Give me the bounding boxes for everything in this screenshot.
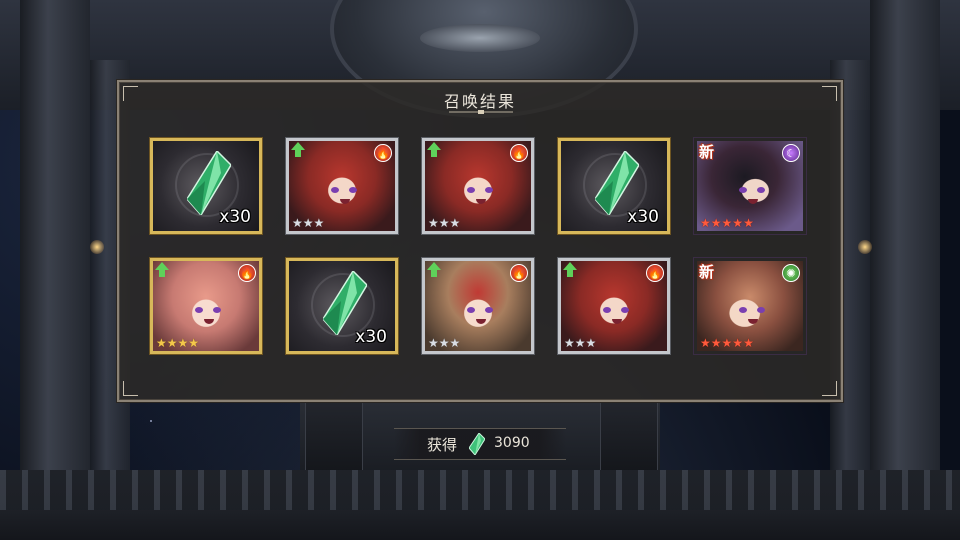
obtained-value: 3090	[494, 435, 530, 451]
mouth	[748, 319, 758, 324]
eye	[195, 307, 203, 313]
star-icon: ★	[574, 336, 586, 350]
star-icon: ★	[564, 336, 575, 350]
eye	[485, 307, 493, 313]
moon-icon: ☾	[782, 144, 800, 162]
eye	[349, 187, 357, 193]
character-result-card[interactable]: 新 ☾ ★ ★ ★ ★ ★	[694, 138, 806, 234]
rarity-stars: ★ ★ ★ ★ ★	[700, 217, 754, 229]
mouth	[612, 319, 622, 324]
upgrade-arrow-icon	[563, 262, 577, 277]
rarity-stars: ★ ★ ★	[428, 217, 460, 229]
star-icon: ★	[732, 336, 744, 350]
star-icon: ★	[700, 336, 711, 350]
mouth	[748, 199, 758, 204]
mouth	[340, 199, 350, 204]
mouth	[476, 199, 486, 204]
star-icon: ★	[710, 336, 722, 350]
star-icon: ★	[156, 336, 167, 350]
quantity-label: x30	[219, 207, 251, 227]
star-icon: ★	[721, 216, 733, 230]
eye	[739, 307, 747, 313]
crystal-result-card[interactable]: x30	[286, 258, 398, 354]
rarity-stars: ★ ★ ★	[564, 337, 596, 349]
green-crystal-icon	[187, 151, 231, 215]
star-icon: ★	[438, 336, 450, 350]
dialog-title: 召唤结果	[443, 92, 516, 111]
wind-swirl-icon: ✺	[782, 264, 800, 282]
star-icon: ★	[710, 216, 722, 230]
upgrade-arrow-icon	[155, 262, 169, 277]
green-crystal-icon	[595, 151, 639, 215]
star-icon: ★	[313, 216, 325, 230]
upgrade-arrow-icon	[427, 142, 441, 157]
star-icon: ★	[302, 216, 314, 230]
star-icon: ★	[428, 336, 439, 350]
eye	[331, 187, 339, 193]
quantity-label: x30	[627, 207, 659, 227]
crystal-result-card[interactable]: x30	[150, 138, 262, 234]
eye	[467, 307, 475, 313]
rarity-stars: ★ ★ ★ ★ ★	[700, 337, 754, 349]
character-result-card[interactable]: 新 ✺ ★ ★ ★ ★ ★	[694, 258, 806, 354]
star-icon: ★	[428, 216, 439, 230]
character-result-card[interactable]: 🔥 ★ ★ ★	[286, 138, 398, 234]
left-pillar	[20, 0, 90, 540]
title-divider-ornament	[449, 110, 513, 114]
dome-ring	[420, 24, 540, 52]
star-icon: ★	[292, 216, 303, 230]
right-pillar	[870, 0, 940, 540]
eye	[603, 307, 611, 313]
obtained-summary: 获得 3090	[394, 428, 566, 460]
green-crystal-icon	[469, 433, 485, 455]
balustrade	[0, 470, 960, 510]
mouth	[204, 319, 214, 324]
dialog-corner-ornament	[822, 381, 837, 396]
fire-icon: 🔥	[238, 264, 256, 282]
rarity-stars: ★ ★ ★ ★	[156, 337, 199, 349]
mouth	[476, 319, 486, 324]
star-icon: ★	[449, 216, 461, 230]
fire-icon: 🔥	[510, 144, 528, 162]
crystal-result-card[interactable]: x30	[558, 138, 670, 234]
rarity-stars: ★ ★ ★	[428, 337, 460, 349]
upgrade-arrow-icon	[427, 262, 441, 277]
lamp-icon	[858, 240, 872, 254]
star-icon: ★	[743, 336, 754, 350]
star-icon: ★	[585, 336, 597, 350]
character-result-card[interactable]: 🔥 ★ ★ ★ ★	[150, 258, 262, 354]
character-result-card[interactable]: 🔥 ★ ★ ★	[422, 258, 534, 354]
star-icon: ★	[438, 216, 450, 230]
quantity-label: x30	[355, 327, 387, 347]
star-icon: ★	[188, 336, 200, 350]
character-result-card[interactable]: 🔥 ★ ★ ★	[422, 138, 534, 234]
star-icon: ★	[721, 336, 733, 350]
summon-result-dialog: 召唤结果 x30 🔥 ★ ★ ★ 🔥 ★ ★ ★ x30 新 ☾ ★ ★ ★ ★ ★ 🔥 ★ ★ ★ ★ x30 🔥 ★ ★ ★ 🔥 ★…	[117, 80, 843, 402]
fire-icon: 🔥	[374, 144, 392, 162]
obtained-label: 获得	[427, 436, 458, 454]
fire-icon: 🔥	[510, 264, 528, 282]
eye	[485, 187, 493, 193]
star-icon: ★	[166, 336, 178, 350]
eye	[757, 187, 765, 193]
eye	[213, 307, 221, 313]
character-result-card[interactable]: 🔥 ★ ★ ★	[558, 258, 670, 354]
new-badge: 新	[699, 143, 715, 161]
star-icon: ★	[732, 216, 744, 230]
eye	[757, 307, 765, 313]
star-icon: ★	[700, 216, 711, 230]
eye	[467, 187, 475, 193]
star-icon: ★	[449, 336, 461, 350]
eye	[621, 307, 629, 313]
dialog-corner-ornament	[123, 381, 138, 396]
lamp-icon	[90, 240, 104, 254]
rarity-stars: ★ ★ ★	[292, 217, 324, 229]
fire-icon: 🔥	[646, 264, 664, 282]
eye	[739, 187, 747, 193]
star-icon: ★	[177, 336, 189, 350]
green-crystal-icon	[323, 271, 367, 335]
star-icon: ★	[743, 216, 754, 230]
upgrade-arrow-icon	[291, 142, 305, 157]
new-badge: 新	[699, 263, 715, 281]
